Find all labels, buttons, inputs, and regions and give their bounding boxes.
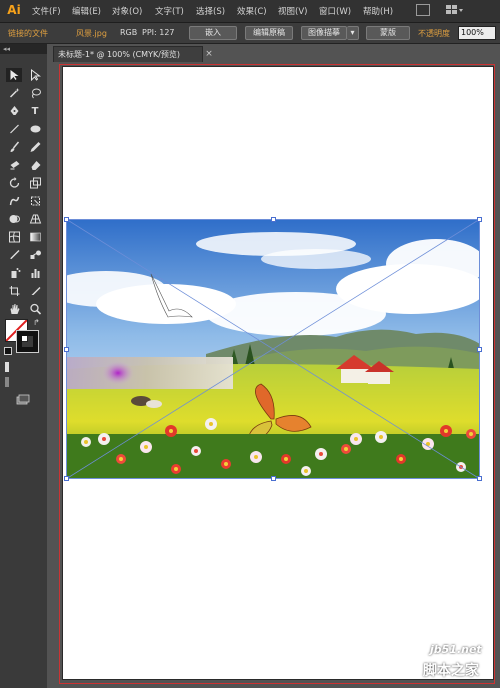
selection-tool-icon[interactable]: [6, 68, 22, 82]
watermark-name: 脚本之家: [423, 663, 479, 679]
menu-edit[interactable]: 编辑(E): [72, 5, 101, 17]
rotate-tool-icon[interactable]: [6, 176, 22, 190]
default-colors-icon[interactable]: [4, 347, 12, 355]
color-mode: RGB: [120, 28, 138, 37]
menu-window[interactable]: 窗口(W): [319, 5, 351, 17]
opacity-input[interactable]: 100%: [458, 26, 496, 40]
artboard-tool-icon[interactable]: [6, 284, 22, 298]
image-trace-button[interactable]: 图像描摹: [301, 26, 347, 40]
slice-tool-icon[interactable]: [27, 284, 43, 298]
pen-tool-icon[interactable]: [6, 104, 22, 118]
type-tool-icon[interactable]: T: [27, 104, 43, 118]
eraser-tool-icon[interactable]: [27, 158, 43, 172]
ellipse-tool-icon[interactable]: [27, 122, 43, 136]
line-tool-icon[interactable]: [6, 122, 22, 136]
opacity-label[interactable]: 不透明度: [418, 28, 450, 39]
resize-handle[interactable]: [64, 347, 69, 352]
lasso-tool-icon[interactable]: [27, 86, 43, 100]
bridge-icon[interactable]: [416, 4, 430, 16]
menu-view[interactable]: 视图(V): [278, 5, 307, 17]
eyedropper-tool-icon[interactable]: [6, 248, 22, 262]
column-graph-tool-icon[interactable]: [27, 266, 43, 280]
resize-handle[interactable]: [64, 217, 69, 222]
resize-handle[interactable]: [271, 217, 276, 222]
mask-button[interactable]: 蒙版: [366, 26, 410, 40]
workspace-switcher-icon[interactable]: [445, 4, 463, 16]
color-mode-icon[interactable]: [5, 362, 9, 372]
menu-help[interactable]: 帮助(H): [363, 5, 393, 17]
swap-fill-stroke-icon[interactable]: ↱: [33, 318, 40, 327]
menu-effect[interactable]: 效果(C): [237, 5, 267, 17]
shape-builder-tool-icon[interactable]: [6, 212, 22, 226]
magic-wand-tool-icon[interactable]: [6, 86, 22, 100]
app-logo: Ai: [7, 3, 21, 17]
blob-brush-tool-icon[interactable]: [6, 158, 22, 172]
resize-handle[interactable]: [477, 347, 482, 352]
image-trace-dropdown[interactable]: ▾: [347, 26, 359, 40]
menu-select[interactable]: 选择(S): [196, 5, 225, 17]
perspective-grid-tool-icon[interactable]: [27, 212, 43, 226]
blend-tool-icon[interactable]: [27, 248, 43, 262]
document-tab[interactable]: 未标题-1* @ 100% (CMYK/预览): [53, 46, 203, 62]
zoom-tool-icon[interactable]: [27, 302, 43, 316]
screen-mode-icon[interactable]: [16, 394, 30, 405]
landscape-image: [66, 219, 480, 479]
menu-type[interactable]: 文字(T): [155, 5, 184, 17]
menu-object[interactable]: 对象(O): [112, 5, 142, 17]
resize-handle[interactable]: [477, 476, 482, 481]
warp-tool-icon[interactable]: [6, 194, 22, 208]
resize-handle[interactable]: [64, 476, 69, 481]
ppi-value: PPI: 127: [142, 28, 175, 37]
linked-file-label[interactable]: 链接的文件: [8, 28, 48, 39]
linked-file-name[interactable]: 风景.jpg: [76, 28, 107, 39]
pencil-tool-icon[interactable]: [27, 140, 43, 154]
resize-handle[interactable]: [477, 217, 482, 222]
direct-selection-tool-icon[interactable]: [27, 68, 43, 82]
drawing-mode-icon[interactable]: [5, 377, 9, 387]
stroke-swatch[interactable]: [16, 330, 39, 353]
mesh-tool-icon[interactable]: [6, 230, 22, 244]
panel-collapse-icon[interactable]: ◂◂: [0, 44, 47, 54]
symbol-sprayer-tool-icon[interactable]: [6, 266, 22, 280]
paintbrush-tool-icon[interactable]: [6, 140, 22, 154]
menu-file[interactable]: 文件(F): [32, 5, 61, 17]
watermark-site: jb51.net: [430, 643, 482, 656]
placed-image[interactable]: [66, 219, 480, 479]
tools-panel: ◂◂ T ↱: [0, 44, 47, 688]
scale-tool-icon[interactable]: [27, 176, 43, 190]
embed-button[interactable]: 嵌入: [189, 26, 237, 40]
control-bar: 链接的文件 风景.jpg RGB PPI: 127 嵌入 编辑原稿 图像描摹 ▾…: [0, 23, 500, 44]
close-icon[interactable]: ×: [202, 47, 216, 61]
hand-tool-icon[interactable]: [6, 302, 22, 316]
edit-original-button[interactable]: 编辑原稿: [245, 26, 293, 40]
menu-bar: Ai 文件(F) 编辑(E) 对象(O) 文字(T) 选择(S) 效果(C) 视…: [0, 0, 500, 23]
resize-handle[interactable]: [271, 476, 276, 481]
gradient-tool-icon[interactable]: [27, 230, 43, 244]
free-transform-tool-icon[interactable]: [27, 194, 43, 208]
